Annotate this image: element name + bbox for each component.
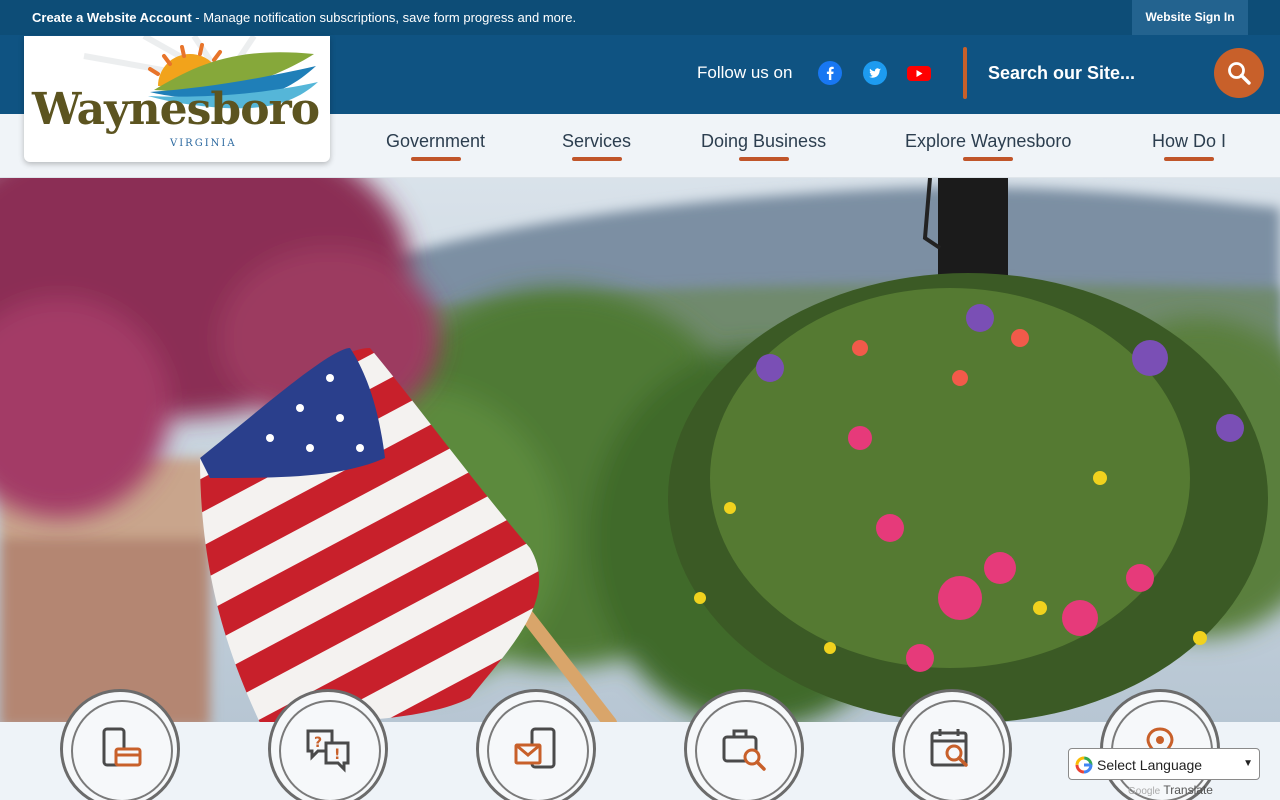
nav-label: Doing Business	[701, 131, 827, 151]
nav-underline	[738, 157, 789, 161]
quick-link-jobs[interactable]	[684, 689, 804, 800]
mobile-mail-icon	[514, 727, 556, 769]
svg-text:?: ?	[314, 735, 322, 751]
nav-underline	[1164, 157, 1215, 161]
quick-link-mobile-payment[interactable]	[60, 689, 180, 800]
google-wordmark: Google	[1128, 786, 1161, 797]
translate-label: Translate	[1163, 783, 1213, 797]
top-notification-bar: Create a Website Account - Manage notifi…	[0, 0, 1280, 35]
calendar-search-icon	[930, 729, 968, 767]
nav-explore-waynesboro[interactable]: Explore Waynesboro	[905, 131, 1071, 161]
youtube-icon[interactable]	[906, 61, 931, 85]
nav-label: How Do I	[1152, 131, 1227, 151]
questions-chat-icon: ? !	[306, 729, 350, 773]
nav-underline	[963, 157, 1014, 161]
chevron-down-icon: ▼	[1243, 758, 1253, 769]
nav-label: Explore Waynesboro	[905, 131, 1072, 151]
logo-wordmark: Waynesboro	[32, 84, 320, 135]
hero-image-flag-and-flower-basket	[0, 178, 1280, 723]
select-language-dropdown[interactable]: Select Language ▼	[1068, 748, 1260, 780]
nav-government[interactable]: Government	[386, 131, 485, 161]
facebook-icon[interactable]	[818, 61, 842, 85]
svg-text:!: !	[334, 747, 340, 763]
powered-by-google-translate[interactable]: Google Translate	[1128, 783, 1213, 797]
create-account-message: Create a Website Account - Manage notifi…	[32, 10, 576, 25]
quick-link-questions[interactable]: ? !	[268, 689, 388, 800]
twitter-icon[interactable]	[863, 61, 887, 85]
quick-link-notify-me[interactable]	[476, 689, 596, 800]
search-button[interactable]	[1214, 48, 1264, 98]
header-divider	[963, 47, 967, 99]
website-sign-in-button[interactable]: Website Sign In	[1132, 0, 1248, 35]
google-g-icon	[1075, 756, 1093, 774]
nav-services[interactable]: Services	[562, 131, 631, 161]
site-search-input[interactable]	[980, 53, 1208, 93]
nav-label: Government	[386, 131, 486, 151]
create-account-link[interactable]: Create a Website Account	[32, 10, 192, 25]
nav-underline	[410, 157, 461, 161]
nav-label: Services	[562, 131, 632, 151]
quick-link-calendar[interactable]	[892, 689, 1012, 800]
select-language-label: Select Language	[1097, 757, 1203, 773]
nav-how-do-i[interactable]: How Do I	[1152, 131, 1226, 161]
follow-us-label: Follow us on	[697, 63, 793, 82]
search-icon	[1228, 62, 1251, 85]
mobile-payment-icon	[102, 727, 142, 767]
waynesboro-logo[interactable]: Waynesboro VIRGINIA	[24, 36, 330, 162]
logo-subtitle: VIRGINIA	[170, 138, 237, 149]
briefcase-search-icon	[722, 729, 766, 771]
nav-underline	[571, 157, 622, 161]
create-account-description: - Manage notification subscriptions, sav…	[191, 10, 577, 25]
nav-doing-business[interactable]: Doing Business	[701, 131, 826, 161]
